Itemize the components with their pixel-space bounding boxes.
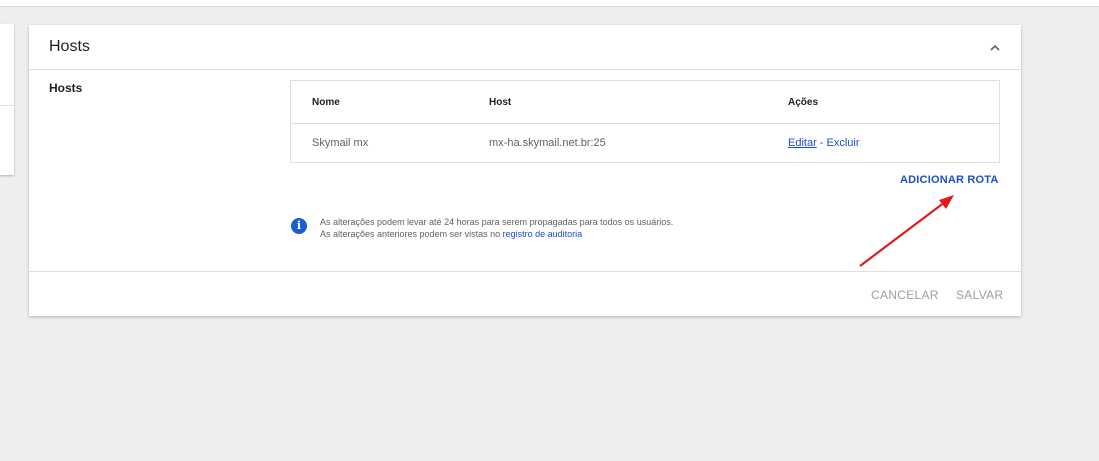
table-header-row: Nome Host Ações — [291, 81, 999, 124]
card-header[interactable]: Hosts — [29, 25, 1021, 70]
top-bar — [0, 0, 1099, 7]
cancel-button[interactable]: CANCELAR — [871, 288, 939, 302]
cell-host: mx-ha.skymail.net.br:25 — [489, 137, 606, 149]
left-side-panel — [0, 24, 14, 175]
table-row: Skymail mx mx-ha.skymail.net.br:25 Edita… — [291, 124, 999, 162]
column-header-name: Nome — [312, 97, 340, 108]
card-title: Hosts — [49, 38, 90, 55]
info-line-2-text: As alterações anteriores podem ser vista… — [320, 229, 503, 239]
chevron-up-icon[interactable] — [988, 41, 1002, 55]
column-header-host: Host — [489, 97, 512, 108]
hosts-table: Nome Host Ações Skymail mx mx-ha.skymail… — [290, 80, 1000, 163]
cell-actions: Editar - Excluir — [788, 137, 860, 149]
hosts-card: Hosts Hosts Nome Host Ações Skymail mx m… — [29, 25, 1021, 316]
cell-name: Skymail mx — [312, 137, 369, 149]
info-line-2: As alterações anteriores podem ser vista… — [320, 228, 673, 240]
section-label: Hosts — [49, 81, 83, 95]
info-line-1: As alterações podem levar até 24 horas p… — [320, 217, 674, 227]
card-footer: CANCELAR SALVAR — [29, 271, 1021, 317]
edit-link[interactable]: Editar — [788, 137, 817, 149]
left-panel-divider — [0, 105, 14, 106]
column-header-actions: Ações — [788, 97, 819, 108]
actions-separator: - — [816, 137, 827, 149]
delete-link[interactable]: Excluir — [827, 137, 860, 149]
info-icon: i — [291, 218, 307, 234]
add-route-button[interactable]: ADICIONAR ROTA — [900, 174, 999, 186]
save-button[interactable]: SALVAR — [956, 288, 1003, 302]
info-message: As alterações podem levar até 24 horas p… — [320, 216, 673, 240]
audit-log-link[interactable]: registro de auditoria — [503, 229, 583, 239]
